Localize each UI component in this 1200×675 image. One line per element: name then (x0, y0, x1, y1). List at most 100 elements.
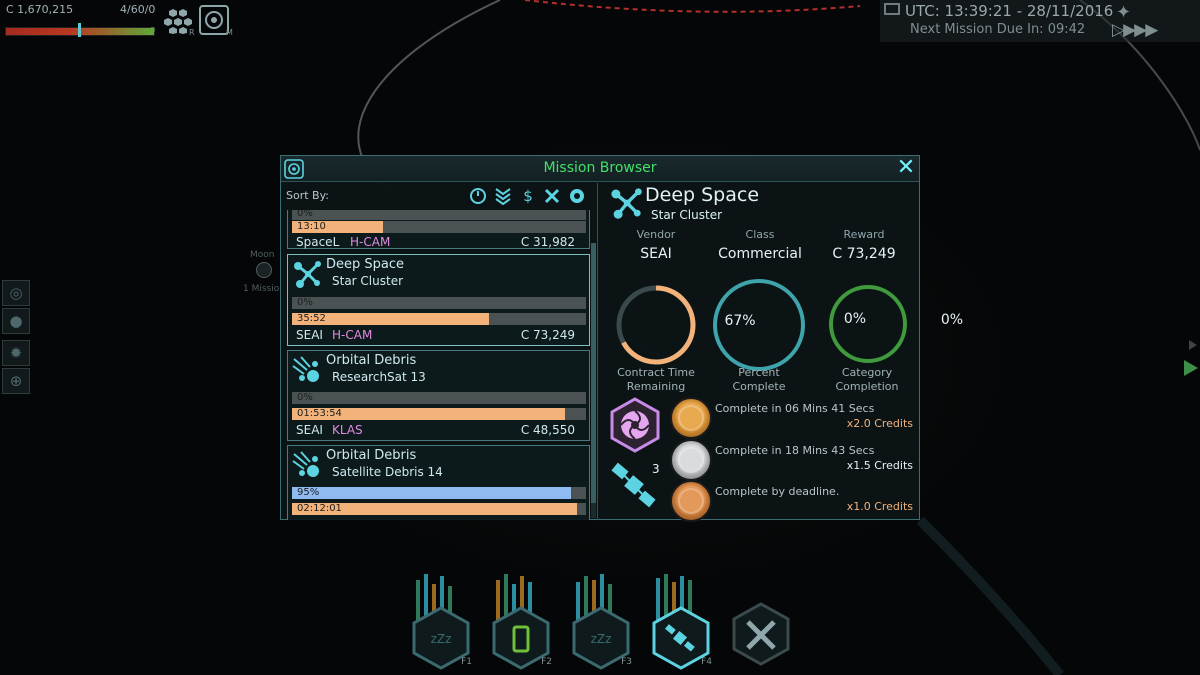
map-key-tag: M (226, 28, 233, 37)
star-cluster-icon (611, 188, 642, 219)
time-bar: 01:53:54 (292, 408, 586, 420)
bonus-silver-text: Complete in 18 Mins 43 Secs (715, 444, 875, 457)
time-label: 35:52 (297, 313, 326, 324)
ring-gauge (616, 285, 696, 365)
hotbar-sleep-2[interactable]: zZz F3 (568, 570, 634, 675)
hotkey-label: F3 (621, 657, 632, 667)
mission-title: Orbital Debris (326, 353, 417, 368)
credits-readout: C 1,670,215 (6, 3, 74, 16)
detail-subtitle: Star Cluster (651, 208, 723, 222)
hotbar-satellite[interactable]: F4 (648, 570, 714, 675)
edge-arrow-icon[interactable] (1189, 340, 1197, 350)
medal-inner (678, 488, 704, 514)
time-label: 01:53:54 (297, 408, 342, 419)
mission-card[interactable]: 0% 13:10 SpaceL H-CAM C 31,982 (287, 210, 590, 249)
hotbar-power[interactable]: F2 (488, 570, 554, 675)
ring-percent: 0% (940, 312, 964, 328)
star-cluster-icon (294, 261, 321, 288)
ring-caption-line: Complete (732, 380, 786, 393)
mission-subtitle: Star Cluster (332, 274, 404, 288)
sleep-icon: zZz (431, 632, 452, 646)
mission-browser-window: Mission Browser ✕ Sort By: $ 0% 13:10 Sp… (280, 155, 963, 522)
hotbar-tools[interactable] (728, 570, 794, 675)
sort-by-vehicle-button[interactable] (542, 186, 562, 206)
crew-readout: 4/60/0 (120, 3, 156, 16)
hex-button (732, 602, 790, 666)
ring-gauge (829, 285, 907, 363)
mission-title: Deep Space (326, 257, 405, 272)
mission-card[interactable]: Orbital Debris ResearchSat 13 0% 01:53:5… (287, 350, 590, 441)
left-tool-planet[interactable]: ● (2, 308, 30, 334)
mission-subtitle: Satellite Debris 14 (332, 465, 443, 479)
mission-subtitle: ResearchSat 13 (332, 370, 426, 384)
gold-medal-icon (670, 397, 712, 439)
research-key-tag: R (189, 28, 195, 37)
vehicle-label: H-CAM (332, 328, 373, 342)
time-bar: 35:52 (292, 313, 586, 325)
reward-value: C 73,249 (832, 246, 896, 262)
left-tool-globe[interactable]: ⊕ (2, 368, 30, 394)
list-scrollbar-thumb[interactable] (591, 243, 596, 503)
debris-icon (292, 451, 319, 477)
vendor-label: SEAI (296, 328, 323, 342)
silver-medal-icon (670, 439, 712, 481)
hex-cluster-icon (164, 9, 192, 34)
mission-detail-panel: Deep Space Star Cluster Vendor SEAI Clas… (600, 183, 963, 522)
nebula-hex-icon (610, 397, 660, 453)
bonus-gold-credits: x2.0 Credits (846, 417, 913, 430)
class-value: Commercial (718, 246, 802, 262)
progress-bar: 95% (292, 487, 586, 499)
window-title: Mission Browser (543, 160, 657, 176)
mission-card[interactable]: Orbital Debris Satellite Debris 14 95% 0… (287, 445, 590, 520)
moon-marker[interactable] (256, 262, 272, 278)
game-speed-controls[interactable]: ▷▶▶▶ (1112, 20, 1158, 40)
ring-caption: Category Completion (812, 366, 922, 394)
vendor-value: SEAI (640, 246, 672, 262)
reward-label: C 48,550 (520, 423, 575, 437)
satellite-dish-icon (570, 189, 584, 203)
sort-by-location-button[interactable] (567, 186, 587, 206)
ring-caption: Percent Complete (704, 366, 814, 394)
sort-by-priority-button[interactable] (493, 186, 513, 206)
close-icon: ✕ (896, 155, 916, 180)
detail-title: Deep Space (645, 184, 760, 206)
debris-icon (292, 356, 319, 382)
sort-by-reward-button[interactable]: $ (518, 186, 538, 206)
hotkey-label: F2 (541, 657, 552, 667)
left-tool-settings[interactable]: ✹ (2, 340, 30, 366)
reputation-value: 0 (150, 26, 156, 35)
sort-by-label: Sort By: (286, 189, 330, 202)
tools-icon (544, 188, 560, 204)
progress-bar: 0% (292, 392, 586, 404)
ring-caption: Contract Time Remaining (601, 366, 711, 394)
ring-gauge (713, 279, 805, 371)
reward-heading: Reward (843, 228, 885, 241)
bonus-bronze-credits: x1.0 Credits (846, 500, 913, 513)
mission-list[interactable]: 0% 13:10 SpaceL H-CAM C 31,982 Deep Spac… (287, 210, 590, 520)
bonus-bronze-text: Complete by deadline. (715, 485, 840, 498)
category-completion-ring: 0% (826, 282, 963, 366)
bonus-silver-credits: x1.5 Credits (846, 459, 913, 472)
satellite-dish-icon: ◎ (9, 284, 23, 302)
reward-label: C 31,982 (520, 235, 575, 249)
ring-caption-line: Completion (835, 380, 899, 393)
time-label: 02:12:01 (297, 503, 342, 514)
time-bar: 02:12:01 (292, 503, 586, 515)
mission-card-selected[interactable]: Deep Space Star Cluster 0% 35:52 SEAI H-… (287, 254, 590, 346)
progress-bar: 0% (292, 297, 586, 309)
hotbar-sleep-1[interactable]: zZz F1 (408, 570, 474, 675)
time-bar: 13:10 (292, 221, 586, 233)
close-button[interactable]: ✕ (895, 157, 917, 179)
vendor-label: SEAI (296, 423, 323, 437)
left-tool-dish[interactable]: ◎ (2, 280, 30, 306)
satellite-count: 3 (652, 462, 660, 476)
progress-label: 0% (297, 392, 313, 403)
mission-list-panel: Sort By: $ 0% 13:10 SpaceL H-CAM C 31,98… (282, 183, 598, 520)
edge-arrow-green-icon[interactable] (1184, 360, 1198, 376)
satellite-dish-icon (199, 5, 229, 35)
mail-icon[interactable] (884, 3, 900, 15)
bonus-gold-text: Complete in 06 Mins 41 Secs (715, 402, 875, 415)
hotkey-label: F1 (461, 657, 472, 667)
sort-by-time-button[interactable] (468, 186, 488, 206)
globe-icon: ⊕ (9, 372, 23, 390)
